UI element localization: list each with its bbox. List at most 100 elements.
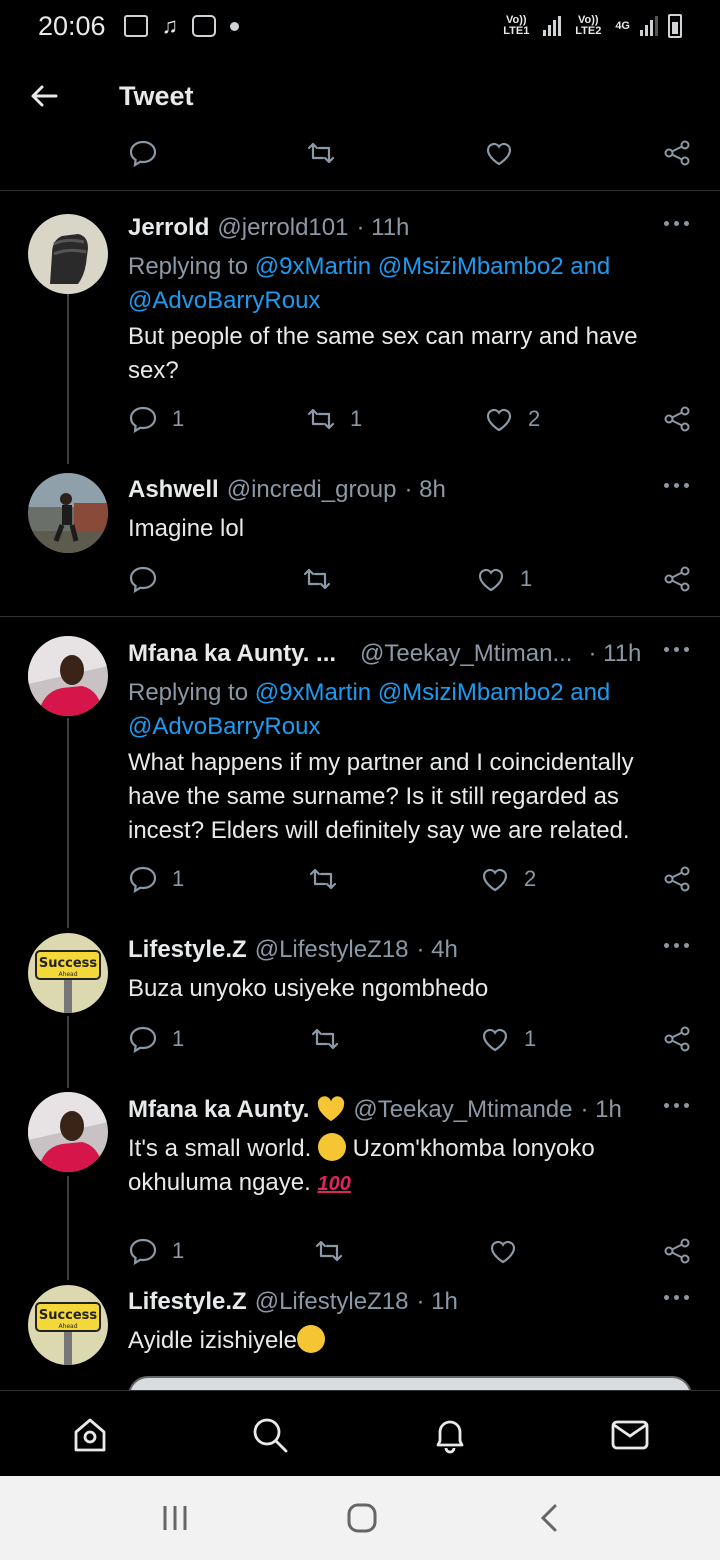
tweet-text: What happens if my partner and I coincid… [128,749,634,844]
search-icon[interactable] [250,1415,290,1455]
like-button[interactable]: 2 [480,864,536,894]
tweet-text: Ayidle izishiyele [128,1324,668,1358]
recent-apps-icon[interactable] [158,1502,192,1534]
back-arrow-icon[interactable] [28,80,60,112]
reply-button[interactable]: 1 [128,1236,184,1266]
like-button[interactable]: 1 [480,1024,536,1054]
retweet-button[interactable] [302,564,332,594]
reply-button[interactable]: 1 [128,1024,184,1054]
tweet-action-row: 1 [128,1236,693,1276]
display-name[interactable]: Mfana ka Aunty. ... [128,640,336,668]
reply-count: 1 [172,1238,185,1263]
share-button[interactable] [662,138,692,168]
status-bar: 20:06 ♫ Vo)) LTE1 Vo)) LTE2 4G [0,0,720,52]
person-avatar-image [28,1092,108,1172]
display-name[interactable]: Jerrold [128,214,209,242]
more-options-icon[interactable] [664,218,690,228]
tweet[interactable]: Success Ahead Lifestyle.Z @LifestyleZ18 … [0,1285,720,1390]
avatar[interactable]: Success Ahead [28,933,108,1013]
retweet-button[interactable]: 1 [306,404,362,434]
tweet-header: Mfana ka Aunty. ... @Teekay_Mtiman... · … [128,640,641,668]
tweet-header: Lifestyle.Z @LifestyleZ18 · 4h [128,936,630,964]
tweet[interactable]: Mfana ka Aunty. @Teekay_Mtimande · 1h It… [0,1092,720,1276]
share-icon [664,140,690,166]
timestamp: · 1h [580,1096,622,1123]
tweet[interactable]: Mfana ka Aunty. ... @Teekay_Mtiman... · … [0,636,720,910]
avatar[interactable] [28,636,108,716]
smile-emoji-icon [317,1133,346,1161]
parent-action-row [128,138,693,178]
more-options-icon[interactable] [664,1100,690,1110]
share-button[interactable] [662,1236,692,1266]
user-handle[interactable]: @Teekay_Mtiman... [360,640,572,668]
display-name[interactable]: Mfana ka Aunty. [128,1096,309,1124]
like-count: 2 [524,866,537,891]
notifications-icon[interactable] [430,1415,470,1455]
share-button[interactable] [662,864,692,894]
user-handle[interactable]: @incredi_group [227,476,397,504]
display-name[interactable]: Ashwell [128,476,219,504]
tweet-feed[interactable]: Jerrold @jerrold101 · 11h Replying to @9… [0,128,720,1390]
retweet-button[interactable] [314,1236,344,1266]
share-icon [664,566,690,592]
retweet-button[interactable] [308,864,338,894]
heart-icon [490,1240,516,1264]
more-options-icon[interactable] [664,940,690,950]
user-handle[interactable]: @Teekay_Mtimande [353,1096,572,1124]
reply-icon [129,566,157,594]
tweet-header: Lifestyle.Z @LifestyleZ18 · 1h [128,1288,630,1316]
like-button[interactable]: 2 [484,404,540,434]
tweet-header: Mfana ka Aunty. @Teekay_Mtimande · 1h [128,1096,630,1124]
share-button[interactable] [662,1024,692,1054]
tweet[interactable]: Jerrold @jerrold101 · 11h Replying to @9… [0,214,720,474]
display-name[interactable]: Lifestyle.Z [128,936,247,964]
tweet[interactable]: Ashwell @incredi_group · 8h Imagine lol … [0,473,720,606]
like-count: 1 [520,566,533,591]
battery-icon [668,14,682,38]
avatar[interactable] [28,1092,108,1172]
display-name[interactable]: Lifestyle.Z [128,1288,247,1316]
reply-button[interactable]: 1 [128,404,184,434]
more-options-icon[interactable] [664,480,690,490]
avatar[interactable] [28,214,108,294]
success-sign-avatar-image: Success Ahead [28,1285,108,1365]
sim1-label: Vo)) LTE1 [503,14,530,37]
timestamp: · 8h [404,476,446,503]
retweet-button[interactable] [306,138,336,168]
tweet[interactable]: Success Ahead Lifestyle.Z @LifestyleZ18 … [0,933,720,1076]
heart-icon [486,408,512,432]
user-handle[interactable]: @LifestyleZ18 [255,1288,409,1316]
reply-icon [129,1026,157,1054]
reply-icon [129,406,157,434]
reply-button[interactable] [128,564,158,594]
tweet-text: Buza unyoko usiyeke ngombhedo [128,975,489,1002]
user-handle[interactable]: @jerrold101 [217,214,348,242]
divider [0,616,720,617]
share-button[interactable] [662,404,692,434]
reply-button[interactable] [128,138,158,168]
avatar-sign-subtext: Ahead [58,1323,77,1330]
messages-icon[interactable] [610,1415,650,1455]
retweet-button[interactable] [310,1024,340,1054]
reply-button[interactable]: 1 [128,864,184,894]
avatar[interactable]: Success Ahead [28,1285,108,1365]
like-button[interactable]: 1 [476,564,532,594]
home-button-icon[interactable] [345,1502,379,1534]
gallery-icon [123,15,148,37]
reply-icon [129,866,157,894]
home-icon[interactable] [70,1415,110,1455]
person-avatar-image [28,473,108,553]
like-button[interactable] [488,1236,518,1266]
timestamp: · 11h [356,214,410,241]
share-button[interactable] [662,564,692,594]
like-button[interactable] [484,138,514,168]
retweet-icon [303,568,331,590]
timestamp: · 1h [416,1288,458,1315]
user-handle[interactable]: @LifestyleZ18 [255,936,409,964]
avatar[interactable] [28,473,108,553]
more-options-icon[interactable] [664,644,690,654]
back-button-icon[interactable] [533,1502,567,1534]
reply-count: 1 [172,866,185,891]
more-options-icon[interactable] [664,1292,690,1302]
tweet-text: But people of the same sex can marry and… [128,323,638,384]
